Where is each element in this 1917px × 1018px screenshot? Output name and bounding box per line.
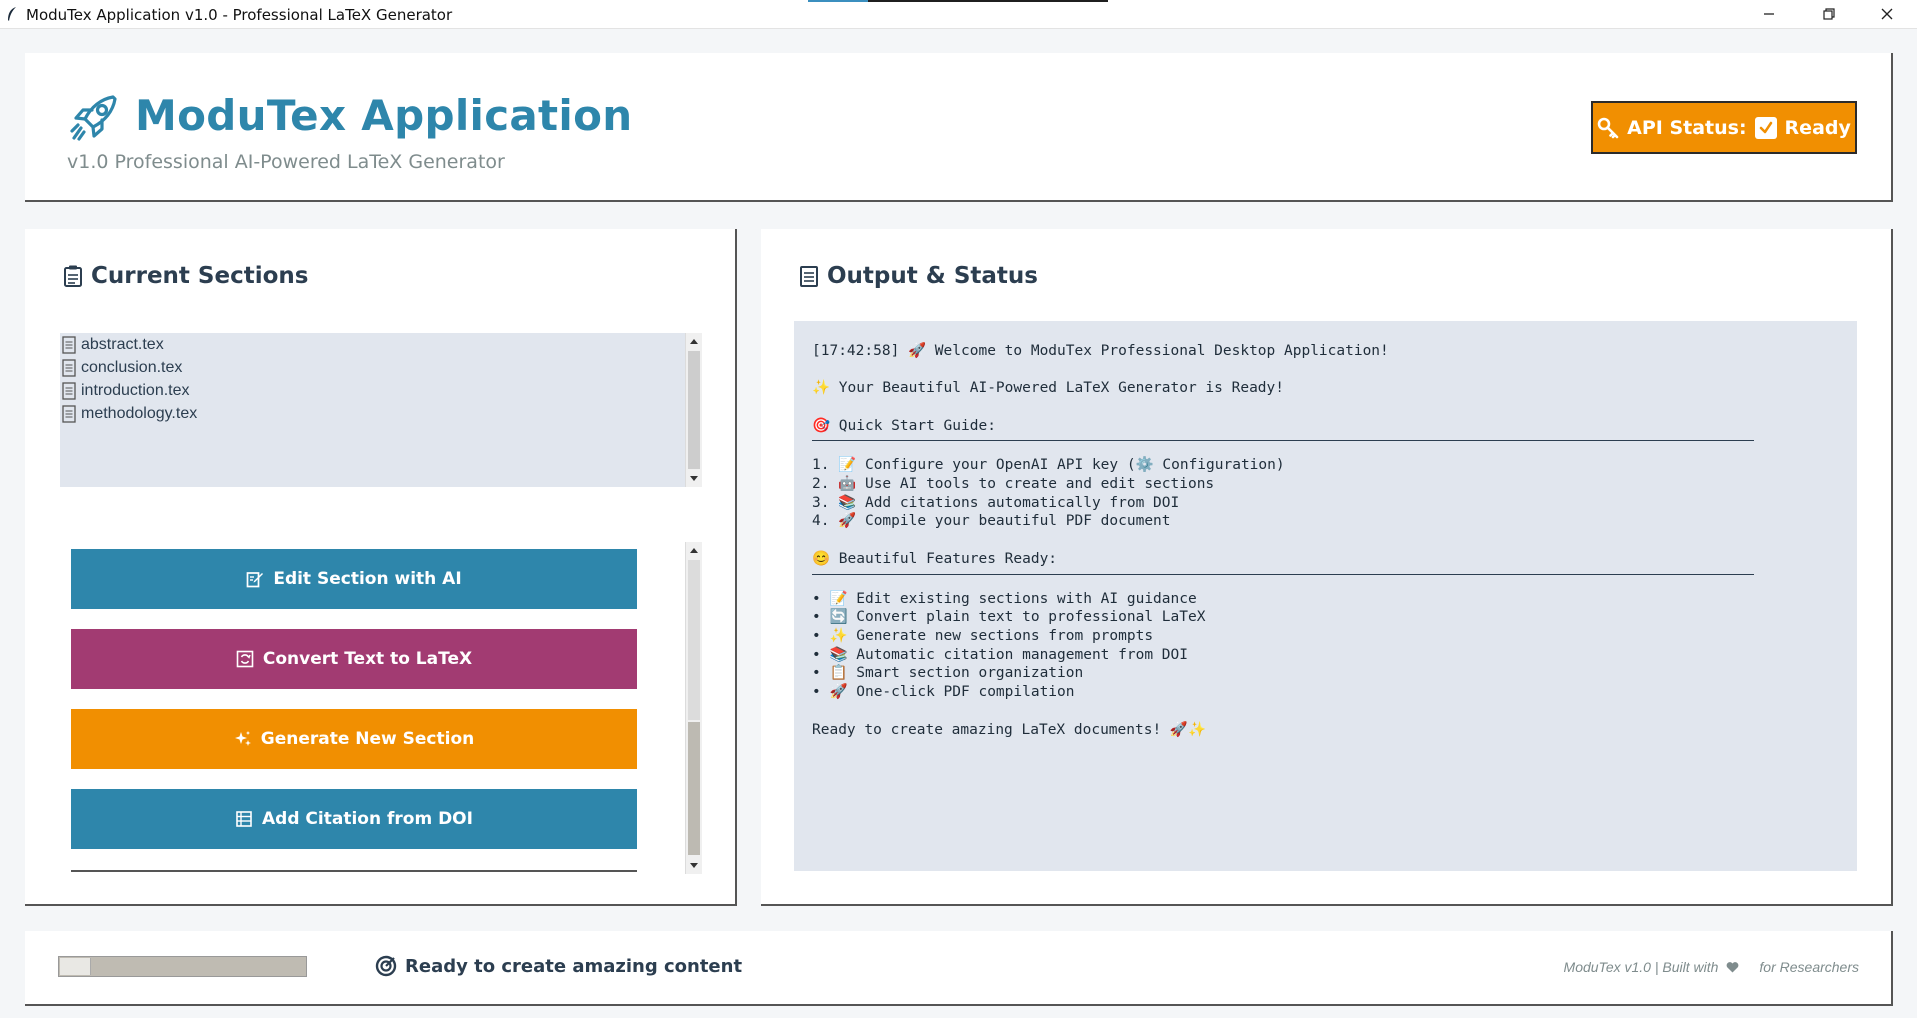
quick-start-heading: 🎯 Quick Start Guide: (812, 417, 996, 434)
divider (71, 870, 637, 872)
section-file-name: abstract.tex (81, 336, 164, 353)
sections-heading-text: Current Sections (91, 263, 309, 289)
app-title: ModuTex Application (135, 91, 633, 140)
output-text: [17:42:58] 🚀 Welcome to ModuTex Professi… (812, 341, 1772, 738)
quick-start-item: 2. 🤖 Use AI tools to create and edit sec… (812, 475, 1215, 492)
scroll-up-icon[interactable] (686, 542, 702, 559)
scroll-down-icon[interactable] (686, 857, 702, 874)
scroll-down-icon[interactable] (686, 470, 702, 487)
minimize-icon (1764, 13, 1774, 15)
sections-panel: Current Sections abstract.tex conclusion… (25, 229, 737, 906)
quick-start-item: 4. 🚀 Compile your beautiful PDF document (812, 513, 1171, 530)
section-list[interactable]: abstract.tex conclusion.tex introduction… (60, 333, 690, 487)
api-status-button[interactable]: API Status: Ready (1591, 101, 1857, 154)
footer-status-bar: Ready to create amazing content ModuTex … (25, 931, 1893, 1006)
generate-section-button[interactable]: Generate New Section (71, 709, 637, 769)
scroll-track-lower[interactable] (688, 722, 700, 855)
generate-section-label: Generate New Section (260, 729, 475, 749)
window-titlebar: ModuTex Application v1.0 - Professional … (0, 0, 1917, 29)
output-log[interactable]: [17:42:58] 🚀 Welcome to ModuTex Professi… (794, 321, 1857, 871)
window-title: ModuTex Application v1.0 - Professional … (26, 6, 453, 24)
divider (812, 573, 1754, 575)
scroll-thumb[interactable] (688, 351, 700, 469)
progress-bar (58, 956, 307, 977)
feature-item: • 📚 Automatic citation management from D… (812, 646, 1188, 663)
restore-button[interactable] (1799, 0, 1859, 28)
edit-section-button[interactable]: Edit Section with AI (71, 549, 637, 609)
convert-text-label: Convert Text to LaTeX (262, 649, 473, 669)
close-icon (1881, 8, 1893, 20)
log-closing-line: Ready to create amazing LaTeX documents!… (812, 721, 1207, 738)
add-citation-label: Add Citation from DOI (262, 809, 473, 829)
add-citation-button[interactable]: Add Citation from DOI (71, 789, 637, 849)
document-icon (62, 382, 76, 400)
feature-item: • 🔄 Convert plain text to professional L… (812, 609, 1206, 626)
heart-icon (1726, 961, 1739, 973)
log-welcome-line: [17:42:58] 🚀 Welcome to ModuTex Professi… (812, 342, 1389, 359)
section-file-name: conclusion.tex (81, 359, 183, 376)
focus-strip-accent (808, 0, 868, 2)
scroll-thumb[interactable] (688, 560, 700, 720)
progress-fill (60, 958, 91, 975)
credit-prefix: ModuTex v1.0 | Built with (1563, 959, 1719, 975)
output-heading: Output & Status (799, 263, 1038, 289)
edit-section-label: Edit Section with AI (273, 569, 462, 589)
minimize-button[interactable] (1739, 0, 1799, 28)
restore-icon (1823, 8, 1835, 20)
list-item[interactable]: introduction.tex (62, 380, 190, 402)
feature-item: • 📝 Edit existing sections with AI guida… (812, 590, 1197, 607)
sparkle-icon (234, 730, 252, 748)
book-icon (235, 810, 253, 828)
convert-icon (236, 650, 254, 668)
clipboard-icon (63, 264, 83, 288)
list-item[interactable]: methodology.tex (62, 403, 197, 425)
credit-suffix: for Researchers (1759, 959, 1859, 975)
list-item[interactable]: conclusion.tex (62, 357, 182, 379)
api-status-label: API Status: (1627, 116, 1747, 139)
api-status-value: Ready (1784, 116, 1851, 139)
output-panel: Output & Status [17:42:58] 🚀 Welcome to … (761, 229, 1893, 906)
close-button[interactable] (1857, 0, 1917, 28)
features-heading: 😊 Beautiful Features Ready: (812, 551, 1058, 568)
document-icon (799, 264, 819, 288)
header-card: ModuTex Application v1.0 Professional AI… (25, 53, 1893, 202)
output-heading-text: Output & Status (827, 263, 1038, 289)
quick-start-item: 1. 📝 Configure your OpenAI API key (⚙️ C… (812, 457, 1285, 474)
log-ready-line: ✨ Your Beautiful AI-Powered LaTeX Genera… (812, 380, 1285, 397)
rocket-icon (67, 91, 121, 145)
divider (812, 440, 1754, 442)
edit-icon (246, 570, 264, 588)
feature-item: • 🚀 One-click PDF compilation (812, 684, 1075, 701)
list-item[interactable]: abstract.tex (62, 334, 164, 356)
checkmark-icon (1754, 116, 1777, 139)
feature-item: • 📋 Smart section organization (812, 665, 1084, 682)
quick-start-item: 3. 📚 Add citations automatically from DO… (812, 494, 1180, 511)
scroll-up-icon[interactable] (686, 333, 702, 350)
document-icon (62, 405, 76, 423)
sections-heading: Current Sections (63, 263, 308, 289)
document-icon (62, 359, 76, 377)
section-list-scrollbar[interactable] (685, 333, 702, 487)
status-message-text: Ready to create amazing content (405, 955, 743, 977)
actions-scrollbar[interactable] (685, 542, 702, 874)
key-icon (1597, 117, 1619, 139)
document-icon (62, 336, 76, 354)
convert-text-button[interactable]: Convert Text to LaTeX (71, 629, 637, 689)
target-icon (375, 955, 397, 977)
app-subtitle: v1.0 Professional AI-Powered LaTeX Gener… (67, 151, 505, 173)
feature-item: • ✨ Generate new sections from prompts (812, 628, 1154, 645)
section-file-name: introduction.tex (81, 382, 190, 399)
feather-icon (6, 6, 18, 22)
section-file-name: methodology.tex (81, 405, 198, 422)
footer-credit: ModuTex v1.0 | Built with for Researcher… (1564, 959, 1859, 975)
status-message: Ready to create amazing content (375, 955, 742, 977)
